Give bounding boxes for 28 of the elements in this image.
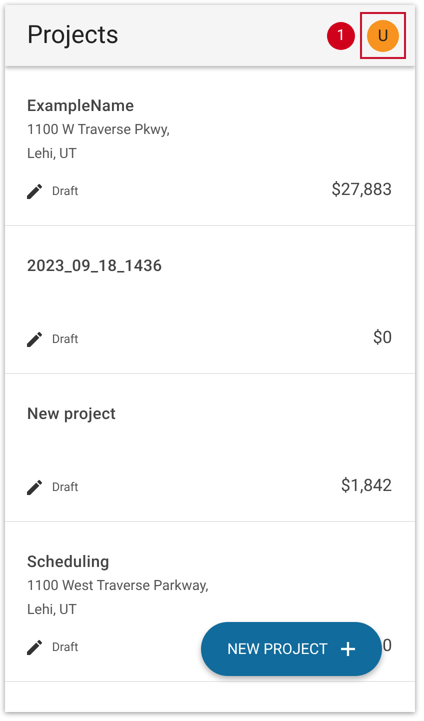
status-label: Draft — [52, 479, 78, 496]
project-name: 2023_09_18_1436 — [27, 255, 164, 277]
callout-badge: 1 — [327, 22, 355, 50]
project-amount: 0 — [382, 635, 392, 658]
project-name: ExampleName — [27, 95, 136, 117]
project-card[interactable]: 2023_09_18_1436 Draft $0 — [5, 226, 415, 374]
new-project-button[interactable]: NEW PROJECT — [201, 622, 382, 676]
project-amount: $1,842 — [340, 475, 392, 498]
project-name: New project — [27, 403, 117, 425]
pencil-icon — [27, 480, 42, 494]
pencil-icon — [27, 640, 42, 654]
project-name: Scheduling — [27, 551, 111, 573]
plus-icon — [340, 641, 356, 657]
pencil-icon — [27, 184, 42, 198]
project-card[interactable]: ExampleName 1100 W Traverse Pkwy, Lehi, UT Draft $27,883 — [5, 66, 415, 226]
project-address: Lehi, UT — [27, 601, 78, 620]
user-avatar[interactable]: U — [367, 20, 399, 52]
project-address: Lehi, UT — [27, 145, 78, 164]
status-label: Draft — [52, 331, 78, 348]
pencil-icon — [27, 332, 42, 346]
project-amount: $0 — [372, 327, 392, 350]
project-amount: $27,883 — [331, 179, 392, 202]
status-label: Draft — [52, 639, 78, 656]
project-address: 1100 West Traverse Parkway, — [27, 577, 210, 596]
project-address: 1100 W Traverse Pkwy, — [27, 121, 170, 140]
status-label: Draft — [52, 183, 78, 200]
page-title: Projects — [27, 20, 120, 52]
project-card[interactable]: New project Draft $1,842 — [5, 374, 415, 522]
